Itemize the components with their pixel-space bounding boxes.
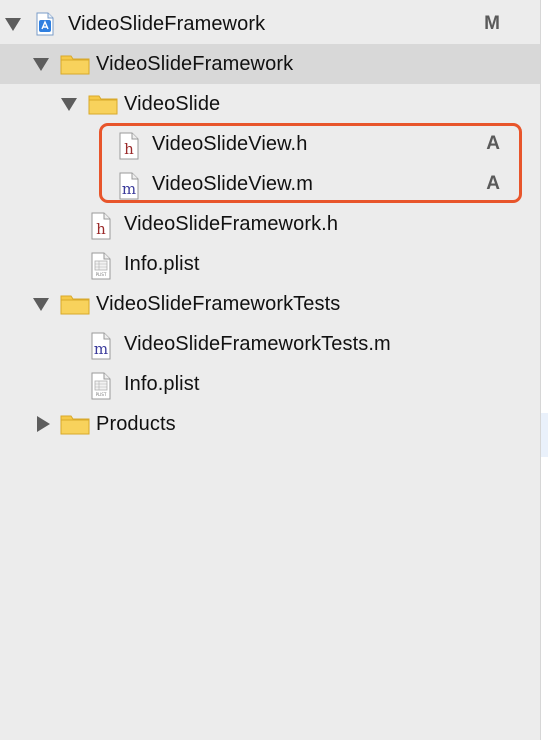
scm-status-badge: M (484, 13, 500, 34)
navigator-row-group-videoslideframeworktests[interactable]: VideoSlideFrameworkTests (0, 284, 540, 324)
file-label: VideoSlideFrameworkTests.m (124, 333, 391, 355)
highlight-annotation-box (99, 123, 522, 203)
file-label: Info.plist (124, 373, 200, 395)
navigator-row-project[interactable]: VideoSlideFramework M (0, 4, 540, 44)
navigator-row-group-products[interactable]: Products (0, 404, 540, 444)
source-file-icon: m (89, 332, 113, 360)
navigator-row-file-info-plist-tests[interactable]: PLIST Info.plist (0, 364, 540, 404)
svg-text:m: m (94, 340, 108, 358)
navigator-row-file-videoslideframework-h[interactable]: h VideoSlideFramework.h (0, 204, 540, 244)
disclosure-expanded-icon[interactable] (5, 16, 21, 32)
header-file-icon: h (89, 212, 113, 240)
disclosure-expanded-icon[interactable] (61, 96, 77, 112)
group-label: VideoSlideFramework (96, 53, 294, 75)
folder-icon (60, 412, 90, 436)
svg-text:PLIST: PLIST (96, 272, 107, 277)
project-navigator: VideoSlideFramework M VideoSlideFramewor… (0, 0, 540, 740)
disclosure-expanded-icon[interactable] (33, 56, 49, 72)
disclosure-collapsed-icon[interactable] (35, 416, 51, 432)
group-label: VideoSlideFrameworkTests (96, 293, 341, 315)
file-label: Info.plist (124, 253, 200, 275)
file-label: VideoSlideFramework.h (124, 213, 339, 235)
navigator-row-group-videoslideframework[interactable]: VideoSlideFramework (0, 44, 540, 84)
disclosure-expanded-icon[interactable] (33, 296, 49, 312)
group-label: VideoSlide (124, 93, 221, 115)
editor-edge-tab (541, 413, 548, 457)
plist-file-icon: PLIST (89, 372, 113, 400)
project-name: VideoSlideFramework (68, 13, 266, 35)
group-label: Products (96, 413, 176, 435)
navigator-row-group-videoslide[interactable]: VideoSlide (0, 84, 540, 124)
folder-icon (88, 92, 118, 116)
xcode-project-icon (33, 12, 57, 36)
folder-icon (60, 292, 90, 316)
svg-text:PLIST: PLIST (96, 392, 107, 397)
svg-text:h: h (96, 220, 106, 238)
navigator-row-file-info-plist[interactable]: PLIST Info.plist (0, 244, 540, 284)
plist-file-icon: PLIST (89, 252, 113, 280)
navigator-row-file-videoslideframeworktests-m[interactable]: m VideoSlideFrameworkTests.m (0, 324, 540, 364)
folder-icon (60, 52, 90, 76)
editor-edge (541, 0, 548, 740)
